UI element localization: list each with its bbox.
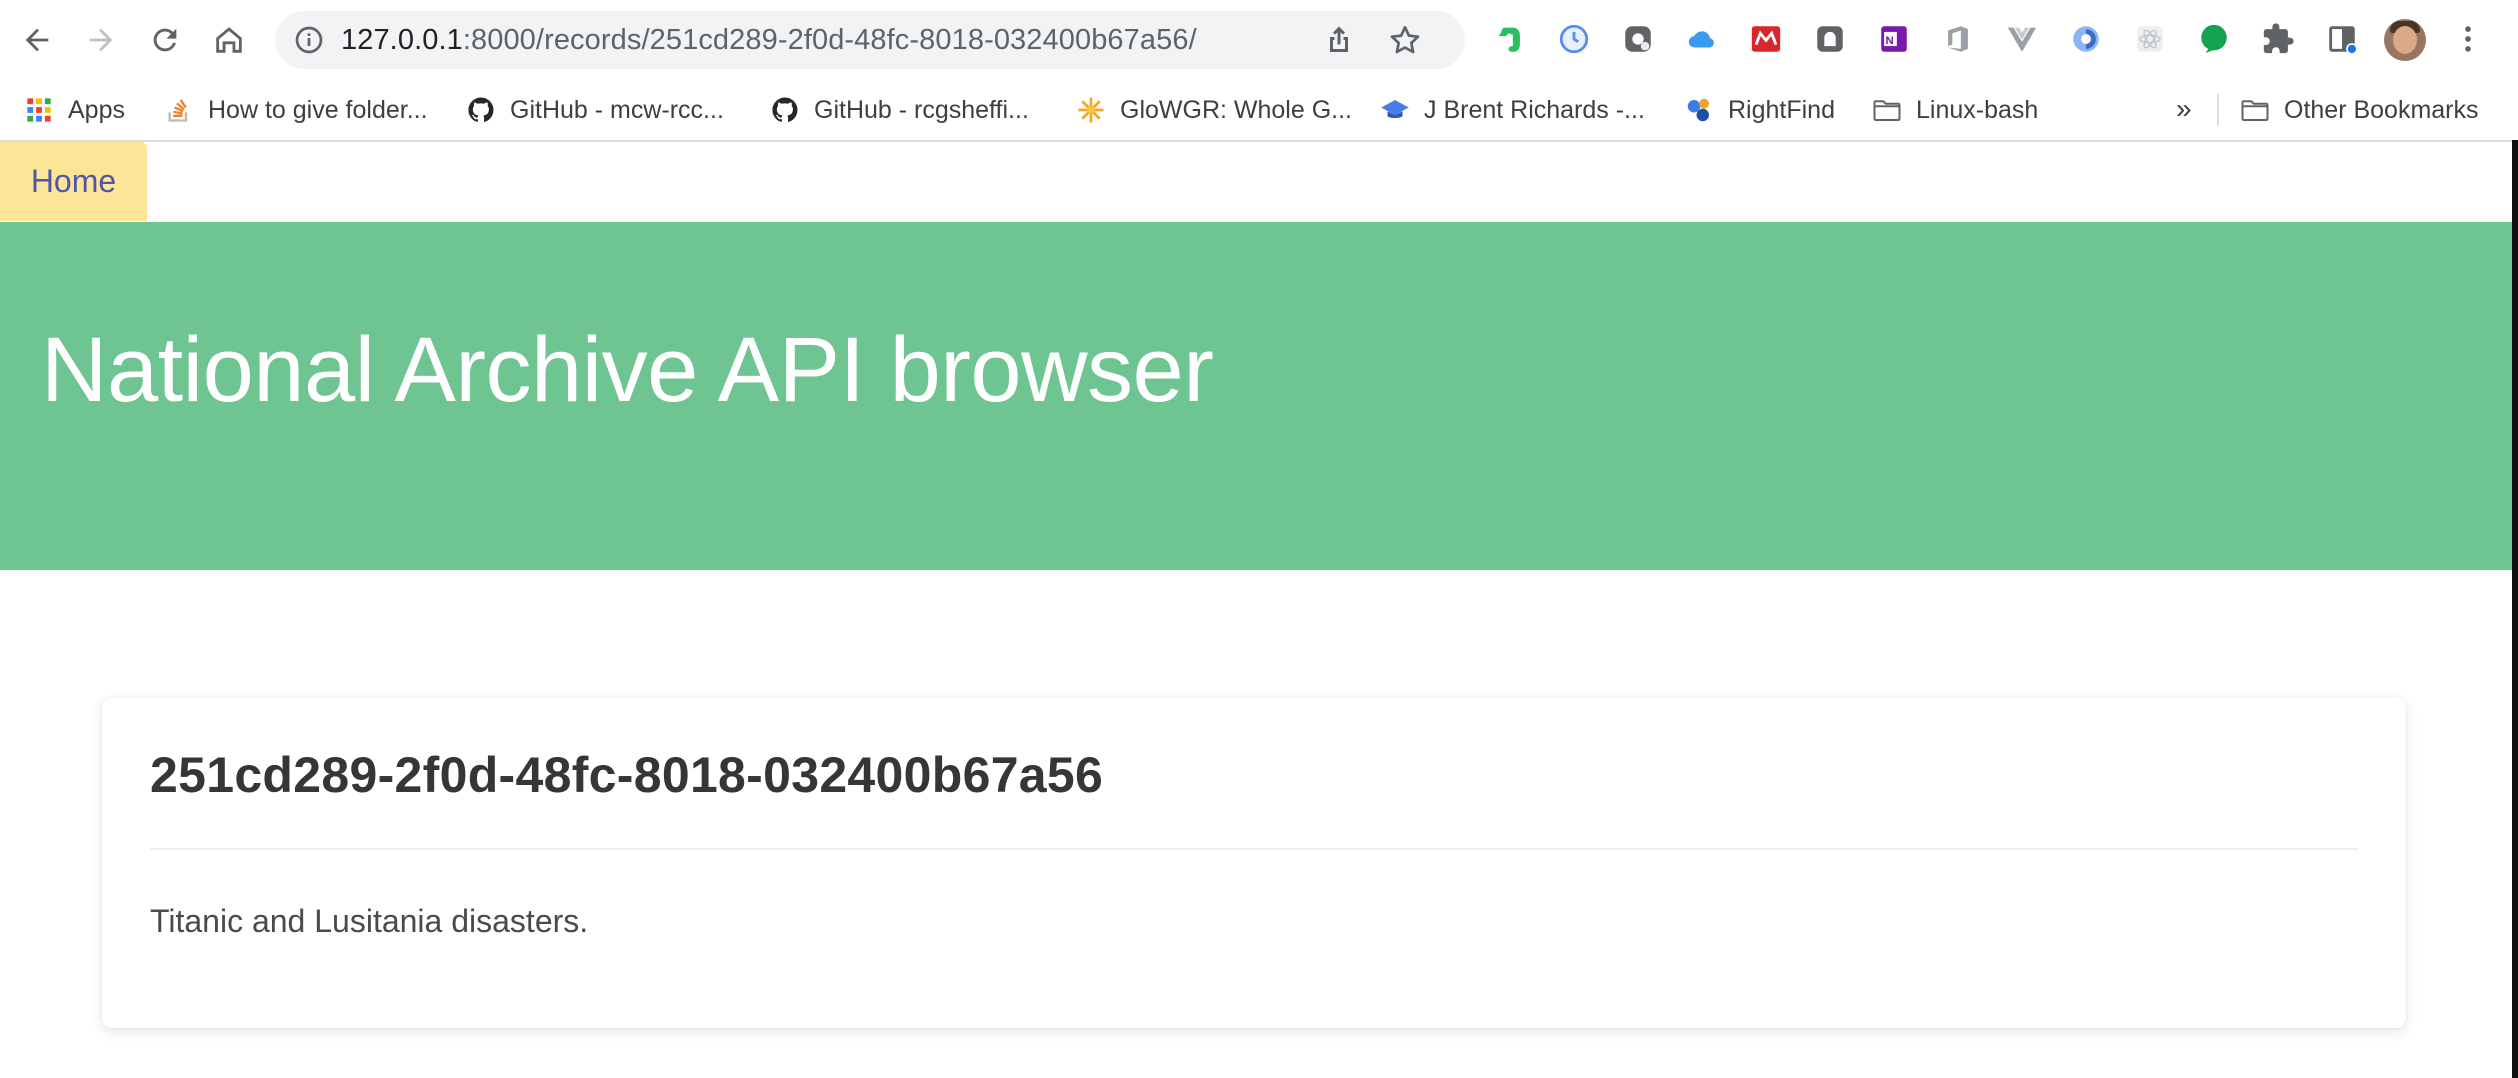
avatar-face bbox=[2393, 26, 2417, 54]
vue-devtools-icon bbox=[2007, 27, 2037, 52]
browser-menu-button[interactable] bbox=[2450, 21, 2486, 57]
bookmark-label: GloWGR: Whole G... bbox=[1120, 95, 1352, 124]
mortarboard-icon bbox=[1380, 95, 1410, 125]
bookmark-github-mcw[interactable]: GitHub - mcw-rcc... bbox=[466, 80, 724, 140]
back-arrow-icon bbox=[25, 28, 49, 52]
card-divider bbox=[150, 848, 2358, 850]
rightfind-icon bbox=[1684, 95, 1714, 125]
icloud-extension[interactable] bbox=[1684, 21, 1720, 57]
icloud-icon bbox=[1688, 31, 1714, 48]
bookmark-github-rcg[interactable]: GitHub - rcgsheffi... bbox=[770, 80, 1029, 140]
kebab-menu-icon bbox=[2465, 26, 2471, 52]
react-devtools-extension[interactable] bbox=[2132, 21, 2168, 57]
record-description: Titanic and Lusitania disasters. bbox=[150, 903, 589, 939]
dropbox-extension-icon bbox=[1625, 26, 1651, 52]
mendeley-icon bbox=[1751, 26, 1781, 52]
vue-devtools-extension[interactable] bbox=[2004, 21, 2040, 57]
url-host: 127.0.0.1 bbox=[341, 24, 463, 56]
browser-toolbar: 127.0.0.1:8000/records/251cd289-2f0d-48f… bbox=[0, 0, 2518, 80]
share-icon[interactable] bbox=[1321, 22, 1357, 58]
bookmark-rightfind[interactable]: RightFind bbox=[1684, 80, 1835, 140]
folder-icon bbox=[1872, 95, 1902, 125]
bookmark-label: GitHub - mcw-rcc... bbox=[510, 95, 724, 124]
grammarly-icon bbox=[2201, 24, 2227, 54]
folder-icon bbox=[2240, 95, 2270, 125]
onenote-icon: N bbox=[1881, 26, 1907, 52]
bookmarks-separator bbox=[2217, 94, 2219, 126]
grammarly-extension[interactable] bbox=[2196, 21, 2232, 57]
home-button[interactable] bbox=[205, 16, 253, 64]
mendeley-extension[interactable] bbox=[1748, 21, 1784, 57]
onenote-extension[interactable]: N bbox=[1876, 21, 1912, 57]
react-devtools-icon bbox=[2137, 26, 2163, 52]
bookmark-label: Apps bbox=[68, 95, 125, 124]
stackoverflow-icon bbox=[164, 95, 194, 125]
page-title: National Archive API browser bbox=[41, 319, 1214, 421]
bookmark-label: Linux-bash bbox=[1916, 95, 2039, 124]
bookmarks-overflow-chevron[interactable]: » bbox=[2176, 80, 2192, 140]
zotero-extension[interactable] bbox=[2068, 21, 2104, 57]
bookmark-brent-richards[interactable]: J Brent Richards -... bbox=[1380, 80, 1645, 140]
url-path: :8000/records/251cd289-2f0d-48fc-8018-03… bbox=[462, 24, 1197, 56]
clock-extension[interactable] bbox=[1556, 21, 1592, 57]
evernote-extension[interactable] bbox=[1492, 21, 1528, 57]
bookmark-glowgr[interactable]: GloWGR: Whole G... bbox=[1076, 80, 1352, 140]
other-bookmarks-folder[interactable]: Other Bookmarks bbox=[2240, 80, 2479, 140]
bookmark-label: How to give folder... bbox=[208, 95, 428, 124]
extensions-puzzle-icon bbox=[2263, 23, 2294, 54]
reload-icon bbox=[153, 28, 177, 52]
record-card: 251cd289-2f0d-48fc-8018-032400b67a56 Tit… bbox=[102, 698, 2406, 1028]
record-id: 251cd289-2f0d-48fc-8018-032400b67a56 bbox=[150, 747, 1104, 803]
evernote-icon bbox=[1498, 27, 1520, 52]
bookmark-label: RightFind bbox=[1728, 95, 1835, 124]
window-edge bbox=[2512, 140, 2518, 1078]
home-nav-link[interactable]: Home bbox=[0, 142, 147, 221]
ghostery-extension[interactable] bbox=[1812, 21, 1848, 57]
profile-avatar[interactable] bbox=[2384, 19, 2426, 61]
forward-arrow-icon bbox=[89, 28, 113, 52]
bookmark-label: J Brent Richards -... bbox=[1424, 95, 1645, 124]
tab-search-icon bbox=[2329, 26, 2358, 55]
bookmark-stackoverflow[interactable]: How to give folder... bbox=[164, 80, 428, 140]
other-bookmarks-label: Other Bookmarks bbox=[2284, 95, 2479, 124]
zotero-icon bbox=[2073, 26, 2099, 52]
bookmark-apps[interactable]: Apps bbox=[24, 80, 125, 140]
github-icon bbox=[466, 95, 496, 125]
hero-banner: National Archive API browser bbox=[0, 222, 2512, 570]
extensions-button[interactable] bbox=[2260, 21, 2296, 57]
info-icon[interactable] bbox=[293, 24, 325, 56]
tab-search-button[interactable] bbox=[2324, 21, 2360, 57]
ghostery-icon bbox=[1817, 26, 1843, 52]
dropbox-extension[interactable] bbox=[1620, 21, 1656, 57]
forward-button[interactable] bbox=[77, 16, 125, 64]
sunburst-icon bbox=[1076, 95, 1106, 125]
address-bar[interactable]: 127.0.0.1:8000/records/251cd289-2f0d-48f… bbox=[275, 11, 1465, 69]
office-icon bbox=[1948, 26, 1968, 52]
house-icon bbox=[216, 27, 242, 53]
bookmarks-bar: Apps How to give folder... GitHub - mcw-… bbox=[0, 80, 2518, 142]
apps-grid-icon bbox=[24, 95, 54, 125]
svg-text:N: N bbox=[1886, 35, 1894, 47]
github-icon bbox=[770, 95, 800, 125]
clock-extension-icon bbox=[1559, 24, 1589, 54]
back-button[interactable] bbox=[13, 16, 61, 64]
office-extension[interactable] bbox=[1940, 21, 1976, 57]
url-text[interactable]: 127.0.0.1:8000/records/251cd289-2f0d-48f… bbox=[341, 11, 1197, 69]
reload-button[interactable] bbox=[141, 16, 189, 64]
bookmark-label: GitHub - rcgsheffi... bbox=[814, 95, 1029, 124]
bookmark-star-icon[interactable] bbox=[1387, 22, 1423, 58]
bookmark-folder-linux-bash[interactable]: Linux-bash bbox=[1872, 80, 2038, 140]
